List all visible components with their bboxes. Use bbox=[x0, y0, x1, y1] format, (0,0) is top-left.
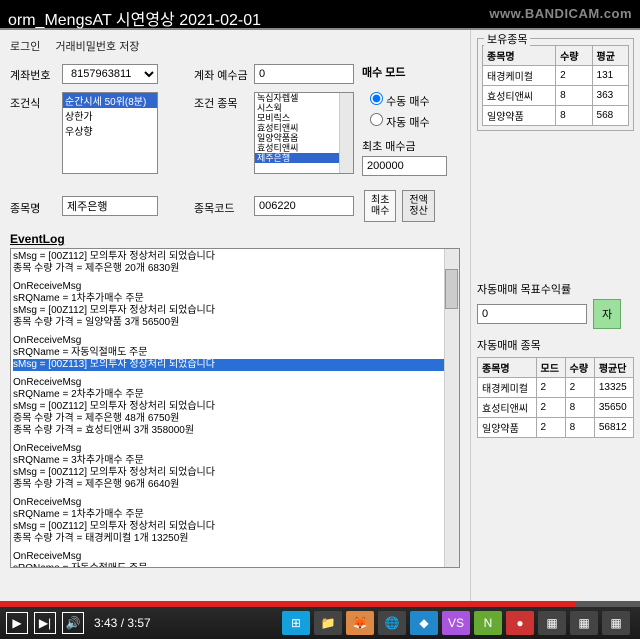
table-row[interactable]: 태경케미컬2213325 bbox=[478, 378, 634, 398]
taskbar-icon[interactable]: ▦ bbox=[538, 611, 566, 635]
watermark: www.BANDICAM.com bbox=[489, 6, 632, 21]
log-line: sRQName = 1차추가매수 주문 bbox=[13, 509, 457, 521]
cond-item[interactable]: 상한가 bbox=[63, 108, 157, 123]
window-title: orm_MengsAT 시연영상 2021-02-01 bbox=[0, 4, 269, 32]
taskbar-icon[interactable]: VS bbox=[442, 611, 470, 635]
cond-item[interactable]: 순간시세 50위(8분) bbox=[63, 93, 157, 108]
log-line: 종목 수량 가격 = 제주은행 96개 6640원 bbox=[13, 479, 457, 491]
log-line: 종목 수량 가격 = 효성티앤씨 3개 358000원 bbox=[13, 425, 457, 437]
stock-name-input[interactable] bbox=[62, 196, 158, 216]
log-line: OnReceiveMsg bbox=[13, 443, 457, 455]
table-row[interactable]: 일양약품8568 bbox=[483, 106, 629, 126]
log-line: OnReceiveMsg bbox=[13, 281, 457, 293]
app-window: 로그인 거래비밀번호 저장 계좌번호 8157963811 계좌 예수금 매수 … bbox=[0, 28, 640, 601]
cond-label: 조건식 bbox=[10, 92, 62, 111]
table-row[interactable]: 일양약품2856812 bbox=[478, 418, 634, 438]
target-label: 자동매매 목표수익률 bbox=[477, 281, 634, 297]
radio-manual-label: 수동 매수 bbox=[386, 96, 430, 108]
account-label: 계좌번호 bbox=[10, 64, 62, 83]
holdings-title: 보유종목 bbox=[484, 31, 530, 47]
buy-mode-title: 매수 모드 bbox=[362, 64, 406, 80]
log-line: sRQName = 3차추가매수 주문 bbox=[13, 455, 457, 467]
log-line: sMsg = [00Z112] 모의투자 정상처리 되었습니다 bbox=[13, 521, 457, 533]
stock-name-label: 종목명 bbox=[10, 197, 62, 216]
radio-auto-label: 자동 매수 bbox=[386, 117, 430, 129]
log-line: sRQName = 자동수절매도 주문 bbox=[13, 563, 457, 568]
taskbar-icon[interactable]: ● bbox=[506, 611, 534, 635]
sell-all-button[interactable]: 전액 정산 bbox=[402, 190, 434, 222]
first-buy-button[interactable]: 최초 매수 bbox=[364, 190, 396, 222]
log-line: 종목 수량 가격 = 일양약품 3개 56500원 bbox=[13, 317, 457, 329]
stock-code-label: 종목코드 bbox=[194, 197, 254, 216]
taskbar-icon[interactable]: ⊞ bbox=[282, 611, 310, 635]
holdings-group: 보유종목 종목명수량평균 태경케미컬2131 효성티앤씨8363 일양약품856… bbox=[477, 38, 634, 131]
taskbar: ▶ ▶| 🔊 3:43 / 3:57 ⊞ 📁 🦊 🌐 ◆ VS N ● ▦ ▦ … bbox=[0, 607, 640, 639]
th: 모드 bbox=[536, 358, 565, 378]
cond-stock-listbox[interactable]: 녹십자렙셀 시스웍 모비릭스 효성티앤씨 일양약품옵 효성티앤씨 제주은행 bbox=[254, 92, 354, 174]
log-line: sRQName = 2차추가매수 주문 bbox=[13, 389, 457, 401]
log-line: sMsg = [00Z112] 모의투자 정상처리 되었습니다 bbox=[13, 401, 457, 413]
radio-manual-buy[interactable] bbox=[370, 92, 383, 105]
table-row[interactable]: 효성티앤씨8363 bbox=[483, 86, 629, 106]
radio-auto-buy[interactable] bbox=[370, 113, 383, 126]
volume-button[interactable]: 🔊 bbox=[62, 612, 84, 634]
auto-stocks-title: 자동매매 종목 bbox=[477, 337, 634, 353]
log-line: sRQName = 1차추가매수 주문 bbox=[13, 293, 457, 305]
log-line: 증목 수량 가격 = 제주은행 48개 6750원 bbox=[13, 413, 457, 425]
th: 수량 bbox=[565, 358, 594, 378]
log-line: sMsg = [00Z112] 모의투자 정상처리 되었습니다 bbox=[13, 251, 457, 263]
video-time: 3:43 / 3:57 bbox=[94, 616, 151, 630]
cond-item[interactable]: 우상향 bbox=[63, 123, 157, 138]
taskbar-icon[interactable]: N bbox=[474, 611, 502, 635]
taskbar-icon[interactable]: ▦ bbox=[570, 611, 598, 635]
log-line: OnReceiveMsg bbox=[13, 551, 457, 563]
taskbar-icon[interactable]: 🦊 bbox=[346, 611, 374, 635]
log-line: 종목 수량 가격 = 제주은행 20개 6830원 bbox=[13, 263, 457, 275]
deposit-label: 계좌 예수금 bbox=[194, 64, 254, 83]
left-panel: 로그인 거래비밀번호 저장 계좌번호 8157963811 계좌 예수금 매수 … bbox=[0, 30, 470, 601]
deposit-input[interactable] bbox=[254, 64, 354, 84]
cond-stock-label: 조건 종목 bbox=[194, 92, 254, 111]
menu-login[interactable]: 로그인 bbox=[10, 41, 40, 53]
auto-stocks-table: 종목명모드수량평균단 태경케미컬2213325 효성티앤씨2835650 일양약… bbox=[477, 357, 634, 438]
min-buy-input[interactable] bbox=[362, 156, 447, 176]
min-buy-label: 최초 매수금 bbox=[362, 138, 447, 154]
log-line: sRQName = 자동익절매도 주문 bbox=[13, 347, 457, 359]
th: 종목명 bbox=[478, 358, 537, 378]
scrollbar-thumb[interactable] bbox=[445, 269, 458, 309]
log-line-highlighted: sMsg = [00Z113] 모의투자 정상처리 되었습니다 bbox=[13, 359, 457, 371]
account-select[interactable]: 8157963811 bbox=[62, 64, 158, 84]
log-line: OnReceiveMsg bbox=[13, 335, 457, 347]
taskbar-icon[interactable]: ◆ bbox=[410, 611, 438, 635]
eventlog-label: EventLog bbox=[10, 232, 460, 246]
log-line: sMsg = [00Z112] 모의투자 정상처리 되었습니다 bbox=[13, 467, 457, 479]
taskbar-icon[interactable]: 📁 bbox=[314, 611, 342, 635]
th: 평균단 bbox=[594, 358, 633, 378]
eventlog-box[interactable]: sMsg = [00Z112] 모의투자 정상처리 되었습니다 종목 수량 가격… bbox=[10, 248, 460, 568]
play-button[interactable]: ▶ bbox=[6, 612, 28, 634]
holdings-table: 종목명수량평균 태경케미컬2131 효성티앤씨8363 일양약품8568 bbox=[482, 45, 629, 126]
log-line: OnReceiveMsg bbox=[13, 497, 457, 509]
auto-trade-button[interactable]: 자 bbox=[593, 299, 621, 329]
stock-code-input[interactable] bbox=[254, 196, 354, 216]
log-line: 종목 수량 가격 = 태경케미컬 1개 13250원 bbox=[13, 533, 457, 545]
log-line: OnReceiveMsg bbox=[13, 377, 457, 389]
buy-mode-group: 매수 모드 bbox=[362, 64, 406, 86]
menu-save-pw[interactable]: 거래비밀번호 저장 bbox=[55, 41, 139, 53]
scrollbar[interactable] bbox=[339, 93, 353, 173]
next-button[interactable]: ▶| bbox=[34, 612, 56, 634]
table-row[interactable]: 효성티앤씨2835650 bbox=[478, 398, 634, 418]
condition-listbox[interactable]: 순간시세 50위(8분) 상한가 우상향 bbox=[62, 92, 158, 174]
th: 종목명 bbox=[483, 46, 556, 66]
taskbar-icon[interactable]: ▦ bbox=[602, 611, 630, 635]
log-line: sMsg = [00Z112] 모의투자 정상처리 되었습니다 bbox=[13, 305, 457, 317]
menu-row: 로그인 거래비밀번호 저장 bbox=[10, 38, 460, 54]
target-rate-input[interactable] bbox=[477, 304, 587, 324]
table-row[interactable]: 태경케미컬2131 bbox=[483, 66, 629, 86]
th: 평균 bbox=[592, 46, 628, 66]
th: 수량 bbox=[556, 46, 592, 66]
taskbar-icon[interactable]: 🌐 bbox=[378, 611, 406, 635]
right-panel: 보유종목 종목명수량평균 태경케미컬2131 효성티앤씨8363 일양약품856… bbox=[470, 30, 640, 601]
